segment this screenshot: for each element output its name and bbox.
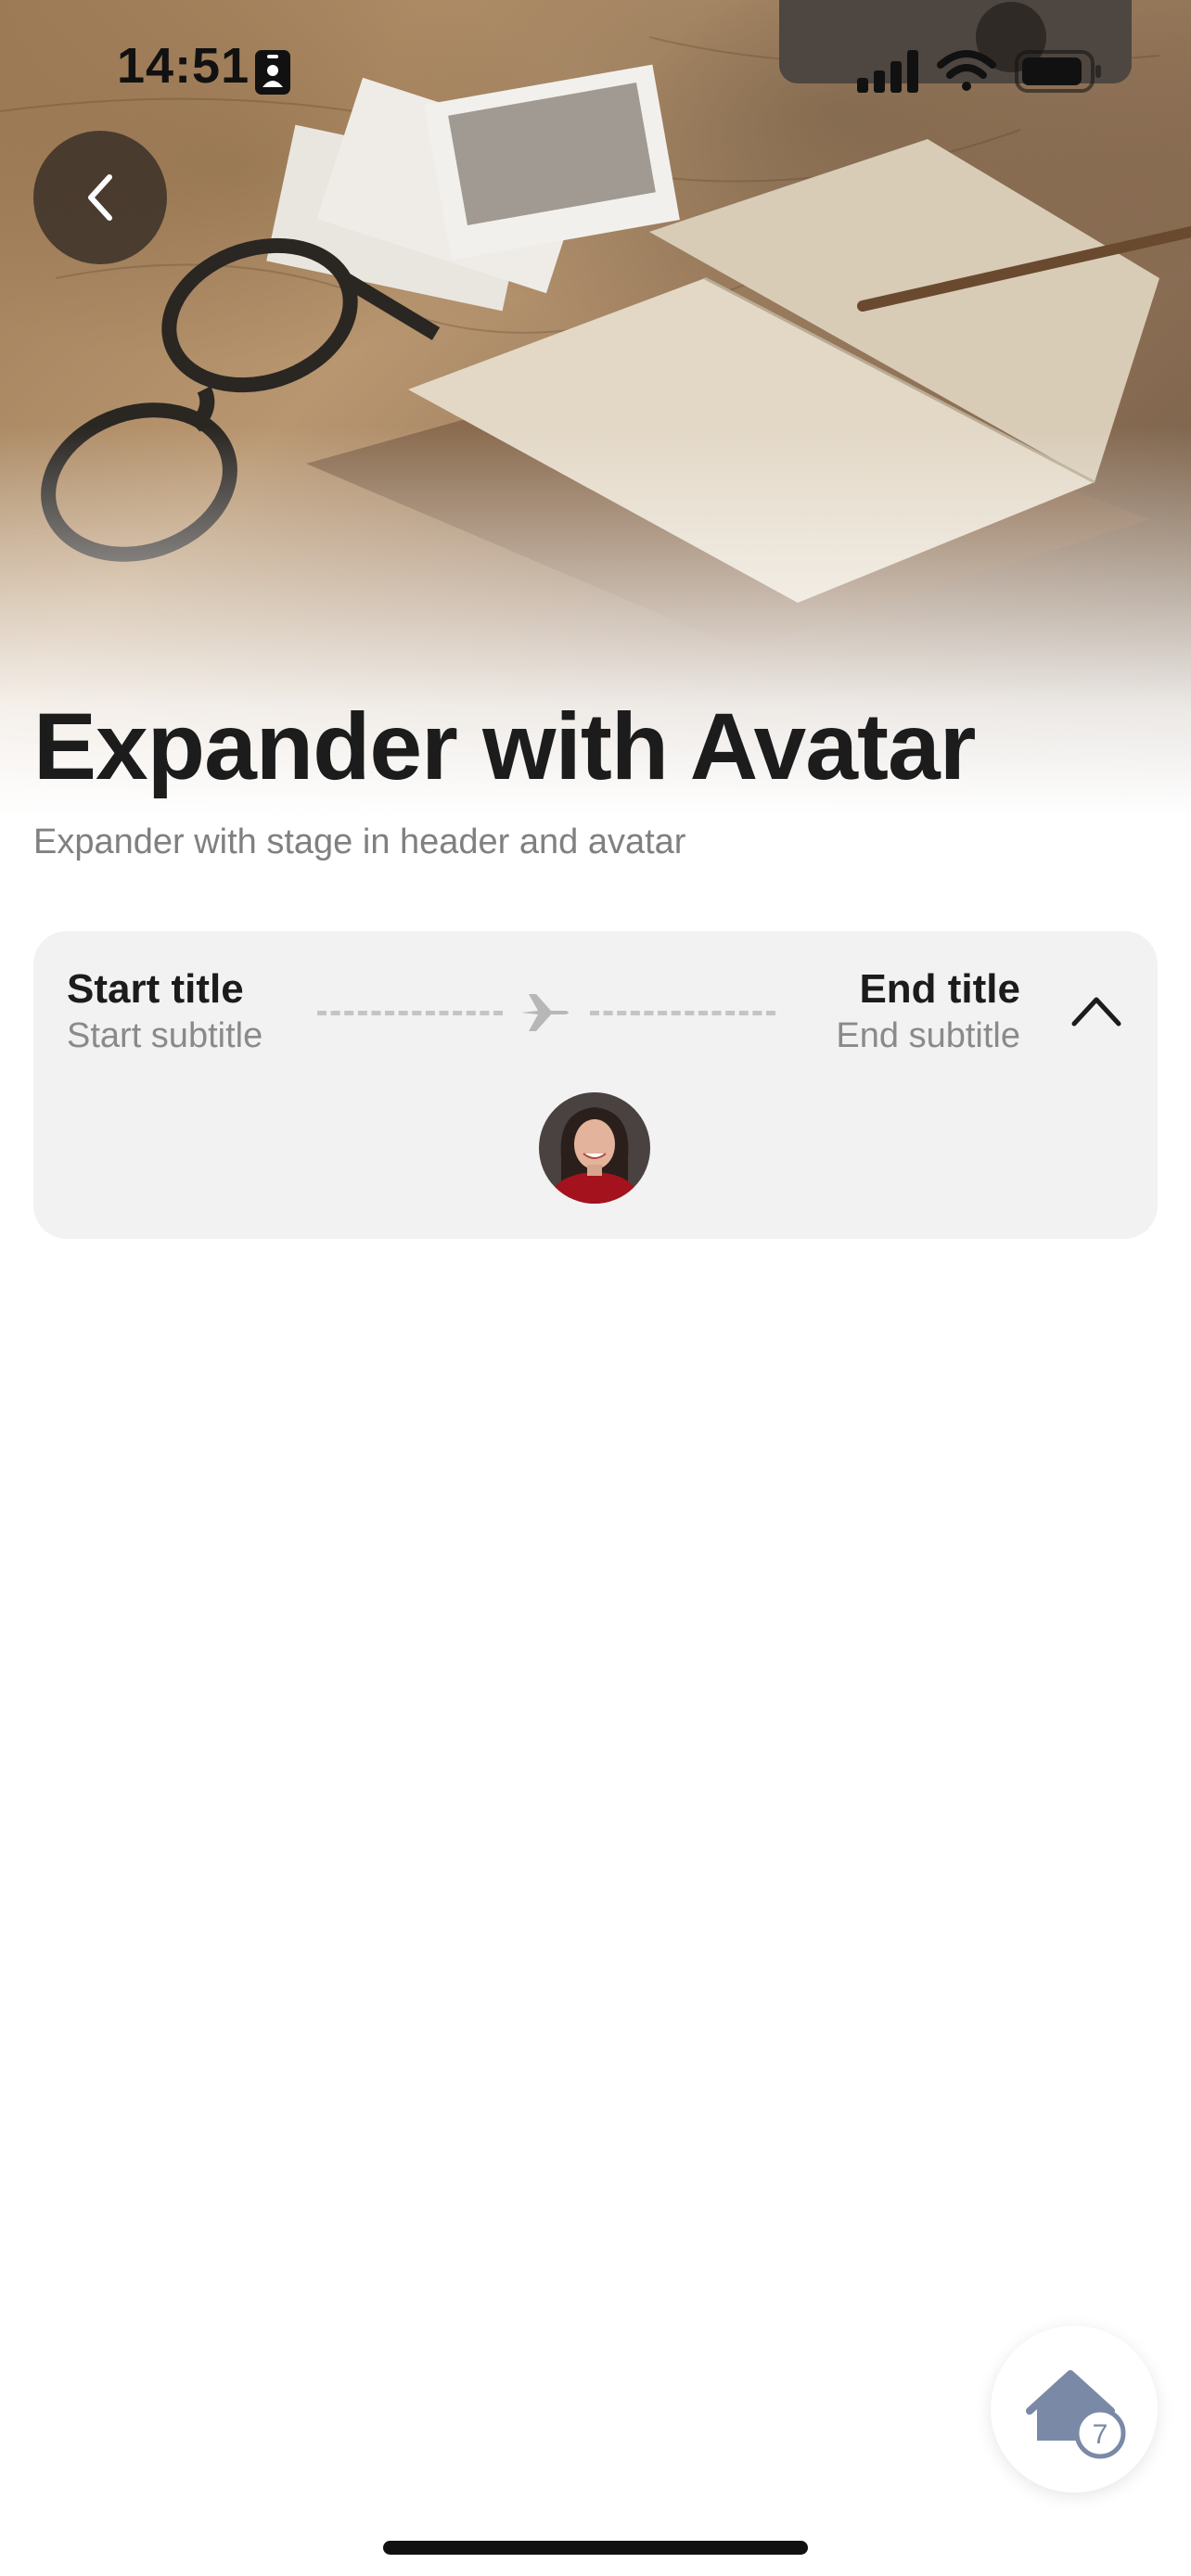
battery-icon [1015, 50, 1101, 93]
airplane-icon [521, 994, 569, 1031]
person-badge-icon [255, 50, 290, 95]
start-title: Start title [67, 966, 244, 1012]
expander-card[interactable]: Start title Start subtitle End title End… [33, 931, 1158, 1239]
wifi-icon [937, 50, 996, 91]
cellular-signal-icon [857, 50, 918, 93]
start-subtitle: Start subtitle [67, 1016, 263, 1055]
page-title: Expander with Avatar [33, 694, 976, 799]
page-subtitle: Expander with stage in header and avatar [33, 823, 686, 861]
avatar-photo [539, 1092, 650, 1204]
status-bar: 14:51 [0, 0, 1191, 139]
home-button[interactable]: 7 [991, 2326, 1158, 2493]
end-title: End title [859, 966, 1020, 1012]
status-icons [857, 50, 1101, 93]
end-subtitle: End subtitle [836, 1016, 1020, 1055]
home-indicator[interactable] [383, 2541, 808, 2555]
back-button[interactable] [33, 131, 167, 264]
chevron-left-icon [88, 174, 112, 221]
status-time: 14:51 [117, 38, 250, 94]
route-dashed-line-left [317, 1011, 503, 1015]
avatar [539, 1092, 650, 1204]
chevron-up-icon[interactable] [1069, 990, 1124, 1031]
home-icon: 7 [1026, 2370, 1126, 2459]
route-dashed-line-right [590, 1011, 775, 1015]
home-badge-count: 7 [1093, 2419, 1108, 2450]
